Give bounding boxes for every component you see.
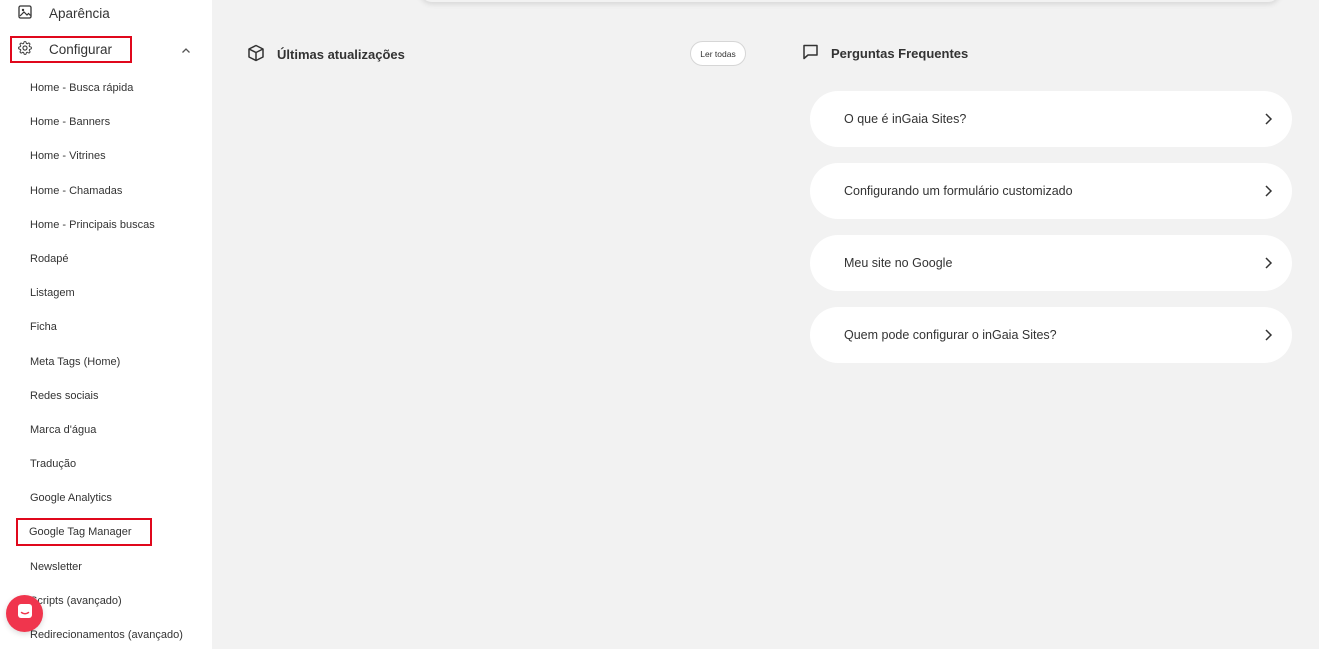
submenu-item-meta-tags[interactable]: Meta Tags (Home) — [30, 345, 212, 379]
chat-icon — [802, 43, 819, 63]
updates-title: Últimas atualizações — [277, 47, 405, 62]
faq-section-header: Perguntas Frequentes — [802, 43, 968, 63]
chat-widget-button[interactable] — [6, 595, 43, 632]
submenu-item-newsletter[interactable]: Newsletter — [30, 549, 212, 583]
submenu-item-scripts[interactable]: Scripts (avançado) — [30, 584, 212, 618]
submenu-item-traducao[interactable]: Tradução — [30, 447, 212, 481]
configurar-submenu: Home - Busca rápida Home - Banners Home … — [16, 71, 212, 649]
faq-item-label: O que é inGaia Sites? — [844, 112, 967, 126]
chat-widget-icon — [16, 602, 34, 625]
chevron-right-icon — [1263, 328, 1273, 342]
submenu-item-google-analytics[interactable]: Google Analytics — [30, 481, 212, 515]
faq-item-label: Configurando um formulário customizado — [844, 184, 1073, 198]
submenu-item-home-busca-rapida[interactable]: Home - Busca rápida — [30, 71, 212, 105]
sidebar-item-aparencia[interactable]: Aparência — [0, 0, 212, 26]
faq-item[interactable]: Meu site no Google — [810, 235, 1292, 291]
chevron-up-icon[interactable] — [179, 45, 193, 55]
submenu-item-home-vitrines[interactable]: Home - Vitrines — [30, 139, 212, 173]
submenu-item-google-tag-manager[interactable]: Google Tag Manager — [16, 518, 152, 547]
submenu-item-home-banners[interactable]: Home - Banners — [30, 105, 212, 139]
submenu-item-listagem[interactable]: Listagem — [30, 276, 212, 310]
faq-item-label: Meu site no Google — [844, 256, 953, 270]
submenu-item-home-principais-buscas[interactable]: Home - Principais buscas — [30, 208, 212, 242]
chevron-right-icon — [1263, 184, 1273, 198]
box-icon — [247, 44, 265, 65]
submenu-item-redirecionamentos[interactable]: Redirecionamentos (avançado) — [30, 618, 212, 649]
chevron-right-icon — [1263, 256, 1273, 270]
image-icon — [18, 4, 32, 22]
submenu-item-redes-sociais[interactable]: Redes sociais — [30, 379, 212, 413]
sidebar-item-configurar[interactable]: Configurar — [10, 36, 132, 63]
sidebar-item-label: Aparência — [49, 5, 110, 21]
submenu-item-ficha[interactable]: Ficha — [30, 310, 212, 344]
sidebar-item-label: Configurar — [49, 42, 113, 57]
submenu-item-marca-dagua[interactable]: Marca d'água — [30, 413, 212, 447]
faq-item-label: Quem pode configurar o inGaia Sites? — [844, 328, 1057, 342]
gear-icon — [18, 41, 32, 58]
chevron-right-icon — [1263, 112, 1273, 126]
read-all-button[interactable]: Ler todas — [690, 41, 746, 66]
faq-item[interactable]: O que é inGaia Sites? — [810, 91, 1292, 147]
faq-item[interactable]: Quem pode configurar o inGaia Sites? — [810, 307, 1292, 363]
submenu-item-home-chamadas[interactable]: Home - Chamadas — [30, 174, 212, 208]
top-panel-edge — [420, 0, 1280, 2]
sidebar: Aparência Configurar Home - Busca rápida… — [0, 0, 212, 649]
faq-title: Perguntas Frequentes — [831, 45, 969, 61]
submenu-item-rodape[interactable]: Rodapé — [30, 242, 212, 276]
faq-item[interactable]: Configurando um formulário customizado — [810, 163, 1292, 219]
updates-section-header: Últimas atualizações — [247, 44, 405, 65]
